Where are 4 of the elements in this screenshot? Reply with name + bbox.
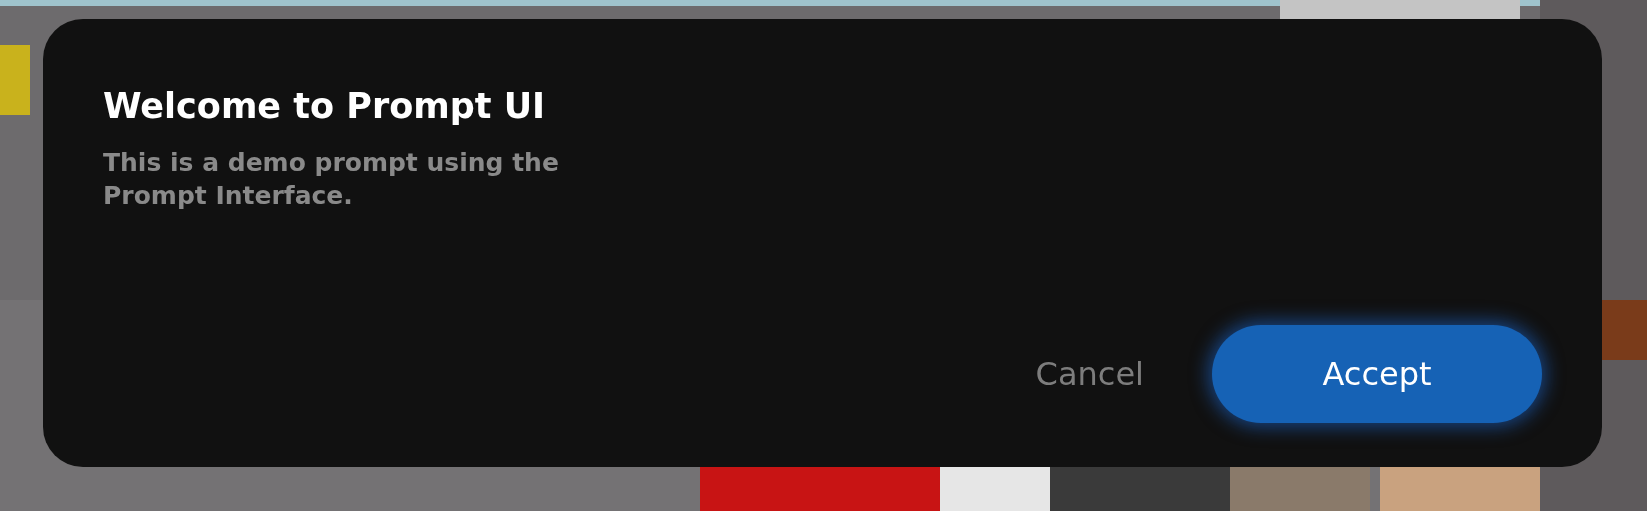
prompt-description: This is a demo prompt using the Prompt Interface.	[103, 147, 560, 212]
accept-button[interactable]: Accept	[1212, 325, 1542, 423]
prompt-title: Welcome to Prompt UI	[103, 85, 547, 127]
cancel-button[interactable]: Cancel	[1031, 355, 1148, 393]
